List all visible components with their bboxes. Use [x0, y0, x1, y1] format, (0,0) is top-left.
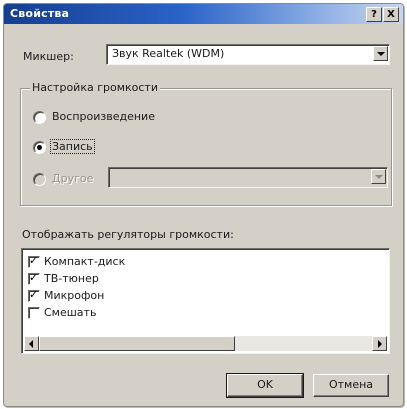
- volume-controls-list[interactable]: ✓ Компакт-диск ✓ ТВ-тюнер ✓ Микрофон Сме…: [21, 248, 390, 354]
- chevron-down-icon: [377, 52, 385, 56]
- horizontal-scrollbar[interactable]: [24, 336, 387, 351]
- other-device-select[interactable]: [108, 167, 388, 188]
- mixer-dropdown-button[interactable]: [373, 46, 388, 61]
- arrow-right-icon: [378, 340, 382, 348]
- other-device-dropdown-button[interactable]: [371, 169, 386, 184]
- checkbox-cd[interactable]: ✓: [28, 254, 40, 268]
- checkbox-microphone[interactable]: ✓: [28, 288, 40, 302]
- radio-recording-label[interactable]: Запись: [50, 139, 95, 154]
- radio-other-label[interactable]: Другое: [52, 172, 93, 185]
- close-button[interactable]: X: [383, 7, 399, 22]
- mixer-select[interactable]: Звук Realtek (WDM): [106, 44, 390, 65]
- arrow-left-icon: [29, 340, 33, 348]
- radio-other[interactable]: [33, 173, 46, 186]
- ok-button[interactable]: OK: [226, 373, 304, 398]
- list-item-label: Компакт-диск: [44, 255, 126, 268]
- list-item-label: Микрофон: [44, 289, 105, 302]
- checkmark-icon: ✓: [29, 254, 39, 267]
- checkmark-icon: ✓: [29, 271, 39, 284]
- list-item-label: Смешать: [44, 306, 97, 319]
- scroll-thumb[interactable]: [39, 336, 235, 351]
- window-title: Свойства: [10, 7, 70, 20]
- help-button[interactable]: ?: [366, 7, 382, 22]
- volume-settings-title: Настройка громкости: [30, 81, 160, 94]
- cancel-button[interactable]: Отмена: [313, 374, 389, 397]
- radio-recording[interactable]: [33, 141, 46, 154]
- chevron-down-icon: [375, 175, 383, 179]
- scroll-left-button[interactable]: [24, 336, 39, 351]
- properties-dialog: Свойства ? X Микшер: Звук Realtek (WDM) …: [3, 3, 404, 407]
- mixer-label: Микшер:: [23, 50, 74, 63]
- checkbox-tv-tuner[interactable]: ✓: [28, 271, 40, 285]
- controls-label: Отображать регуляторы громкости:: [22, 228, 234, 241]
- list-item-label: ТВ-тюнер: [44, 272, 99, 285]
- checkbox-mix[interactable]: [28, 307, 40, 319]
- radio-playback[interactable]: [33, 111, 46, 124]
- radio-playback-label[interactable]: Воспроизведение: [52, 110, 155, 123]
- mixer-select-value: Звук Realtek (WDM): [112, 47, 225, 60]
- title-bar[interactable]: Свойства ? X: [4, 4, 403, 24]
- checkmark-icon: ✓: [29, 288, 39, 301]
- scroll-right-button[interactable]: [372, 336, 387, 351]
- radio-selected-dot: [37, 145, 42, 150]
